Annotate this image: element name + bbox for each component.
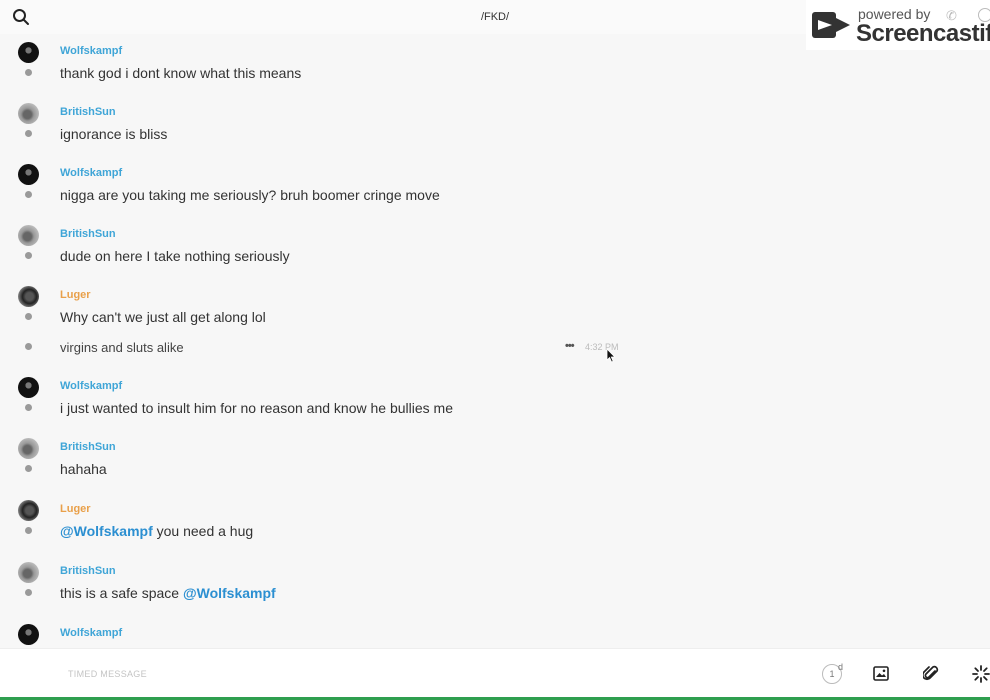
status-dot-icon: [25, 252, 32, 259]
sparkle-icon[interactable]: [972, 665, 990, 683]
message-text: ignorance is bliss: [60, 126, 168, 142]
message-author[interactable]: BritishSun: [60, 441, 116, 453]
avatar[interactable]: [18, 438, 39, 459]
avatar[interactable]: [18, 42, 39, 63]
mouse-cursor-icon: [606, 348, 616, 363]
avatar[interactable]: [18, 225, 39, 246]
avatar[interactable]: [18, 164, 39, 185]
info-icon[interactable]: [978, 8, 990, 22]
status-dot-icon: [25, 404, 32, 411]
timed-message-input[interactable]: TIMED MESSAGE: [68, 669, 147, 679]
message-author[interactable]: BritishSun: [60, 106, 116, 118]
message-text: i just wanted to insult him for no reaso…: [60, 400, 453, 416]
more-options-icon[interactable]: •••: [565, 340, 575, 352]
image-icon[interactable]: [873, 666, 889, 681]
status-dot-icon: [25, 343, 32, 350]
message-author[interactable]: BritishSun: [60, 228, 116, 240]
message-author[interactable]: Luger: [60, 289, 91, 301]
avatar[interactable]: [18, 377, 39, 398]
timer-unit: d: [838, 662, 844, 672]
avatar[interactable]: [18, 286, 39, 307]
status-dot-icon: [25, 589, 32, 596]
message-text: hahaha: [60, 461, 107, 477]
paperclip-icon[interactable]: [923, 665, 939, 683]
mention-link[interactable]: @Wolfskampf: [183, 585, 276, 601]
status-dot-icon: [25, 69, 32, 76]
status-dot-icon: [25, 465, 32, 472]
status-dot-icon: [25, 527, 32, 534]
avatar[interactable]: [18, 624, 39, 645]
message-text: thank god i dont know what this means: [60, 65, 302, 81]
message-text: Why can't we just all get along lol: [60, 309, 266, 325]
message-text-content: you need a hug: [152, 523, 254, 539]
message-list: Wolfskampf thank god i dont know what th…: [0, 34, 990, 648]
message-author[interactable]: Wolfskampf: [60, 167, 122, 179]
message-author[interactable]: Wolfskampf: [60, 380, 122, 392]
avatar[interactable]: [18, 500, 39, 521]
message-text: dude on here I take nothing seriously: [60, 248, 290, 264]
message-author[interactable]: BritishSun: [60, 565, 116, 577]
message-text: @Wolfskampf you need a hug: [60, 523, 253, 539]
message-followup-text: virgins and sluts alike: [60, 340, 184, 355]
status-dot-icon: [25, 130, 32, 137]
status-dot-icon: [25, 191, 32, 198]
message-composer: TIMED MESSAGE 1 d: [0, 648, 990, 700]
message-author[interactable]: Wolfskampf: [60, 627, 122, 639]
phone-icon[interactable]: ✆: [946, 8, 957, 24]
message-author[interactable]: Wolfskampf: [60, 45, 122, 57]
message-text: this is a safe space @Wolfskampf: [60, 585, 276, 601]
avatar[interactable]: [18, 103, 39, 124]
avatar[interactable]: [18, 562, 39, 583]
mention-link[interactable]: @Wolfskampf: [60, 523, 153, 539]
message-text-content: this is a safe space: [60, 585, 183, 601]
message-text: nigga are you taking me seriously? bruh …: [60, 187, 440, 203]
status-dot-icon: [25, 313, 32, 320]
message-author[interactable]: Luger: [60, 503, 91, 515]
